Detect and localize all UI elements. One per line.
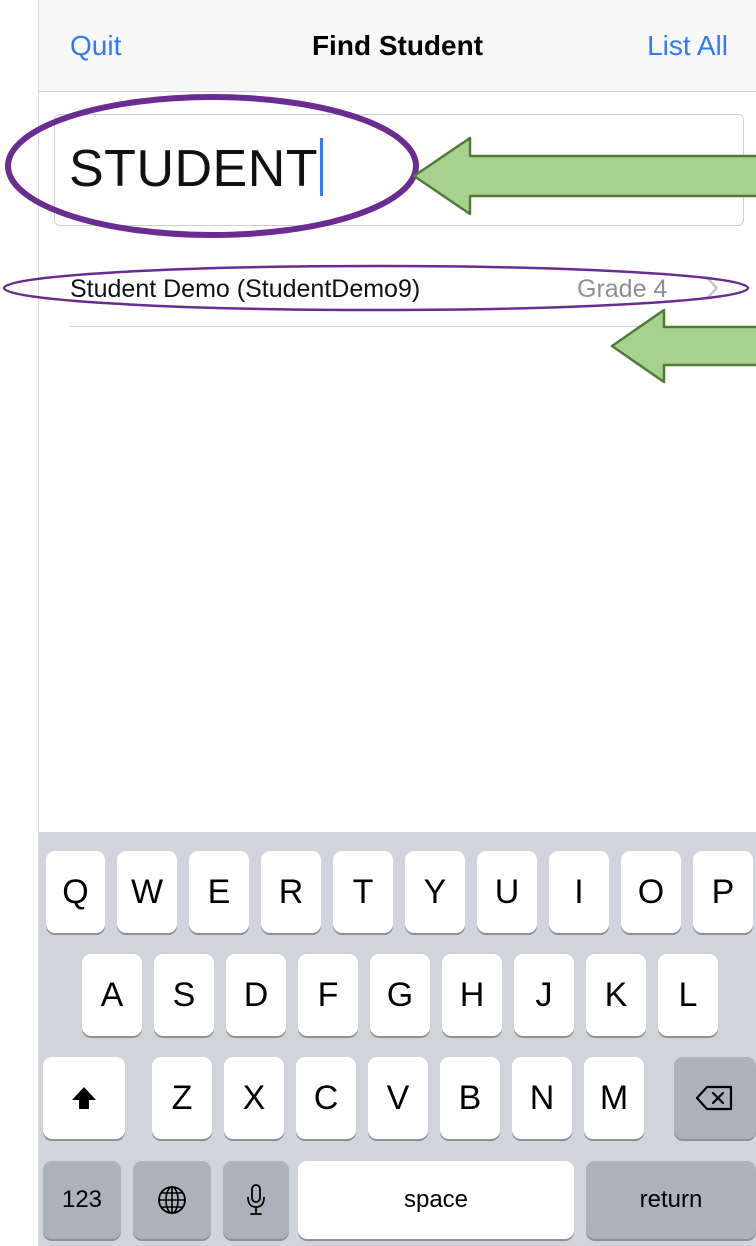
key-j[interactable]: J [514,954,574,1036]
globe-icon [158,1186,186,1214]
key-u[interactable]: U [477,851,537,933]
key-p[interactable]: P [693,851,753,933]
key-y[interactable]: Y [405,851,465,933]
key-m[interactable]: M [584,1057,644,1139]
return-key[interactable]: return [586,1161,756,1239]
key-l[interactable]: L [658,954,718,1036]
key-t[interactable]: T [333,851,393,933]
key-w[interactable]: W [117,851,177,933]
key-i[interactable]: I [549,851,609,933]
quit-button[interactable]: Quit [70,30,121,62]
key-r[interactable]: R [261,851,321,933]
backspace-key[interactable] [674,1057,756,1139]
student-name: Student Demo (StudentDemo9) [70,275,421,303]
key-c[interactable]: C [296,1057,356,1139]
key-a[interactable]: A [82,954,142,1036]
numbers-key[interactable]: 123 [43,1161,121,1239]
left-edge-divider [38,0,39,1246]
key-n[interactable]: N [512,1057,572,1139]
shift-arrow-icon [72,1087,96,1109]
key-k[interactable]: K [586,954,646,1036]
space-key[interactable]: space [298,1161,574,1239]
key-f[interactable]: F [298,954,358,1036]
globe-key[interactable] [133,1161,211,1239]
key-o[interactable]: O [621,851,681,933]
dictation-key[interactable] [223,1161,289,1239]
app-screen: Quit Find Student List All STUDENT Stude… [39,0,756,1246]
row-divider [70,326,756,327]
search-input[interactable]: STUDENT [54,114,744,226]
key-d[interactable]: D [226,954,286,1036]
list-all-button[interactable]: List All [647,30,728,62]
navigation-bar: Quit Find Student List All [39,0,756,92]
text-cursor [320,138,324,196]
keyboard: Q W E R T Y U I O P A S D F G H J K L Z … [39,832,756,1246]
backspace-icon [695,1085,733,1111]
student-grade: Grade 4 [577,275,668,303]
shift-key[interactable] [43,1057,125,1139]
key-s[interactable]: S [154,954,214,1036]
key-z[interactable]: Z [152,1057,212,1139]
page-title-text: Find Student [311,30,484,61]
key-q[interactable]: Q [46,851,105,933]
result-row[interactable]: Student Demo (StudentDemo9) Grade 4 [39,255,756,327]
key-e[interactable]: E [189,851,249,933]
key-x[interactable]: X [224,1057,284,1139]
microphone-icon [247,1184,265,1215]
search-input-value: STUDENT [69,138,324,199]
chevron-right-icon [705,276,719,300]
search-input-text: STUDENT [69,140,319,198]
key-h[interactable]: H [442,954,502,1036]
key-v[interactable]: V [368,1057,428,1139]
key-b[interactable]: B [440,1057,500,1139]
key-g[interactable]: G [370,954,430,1036]
